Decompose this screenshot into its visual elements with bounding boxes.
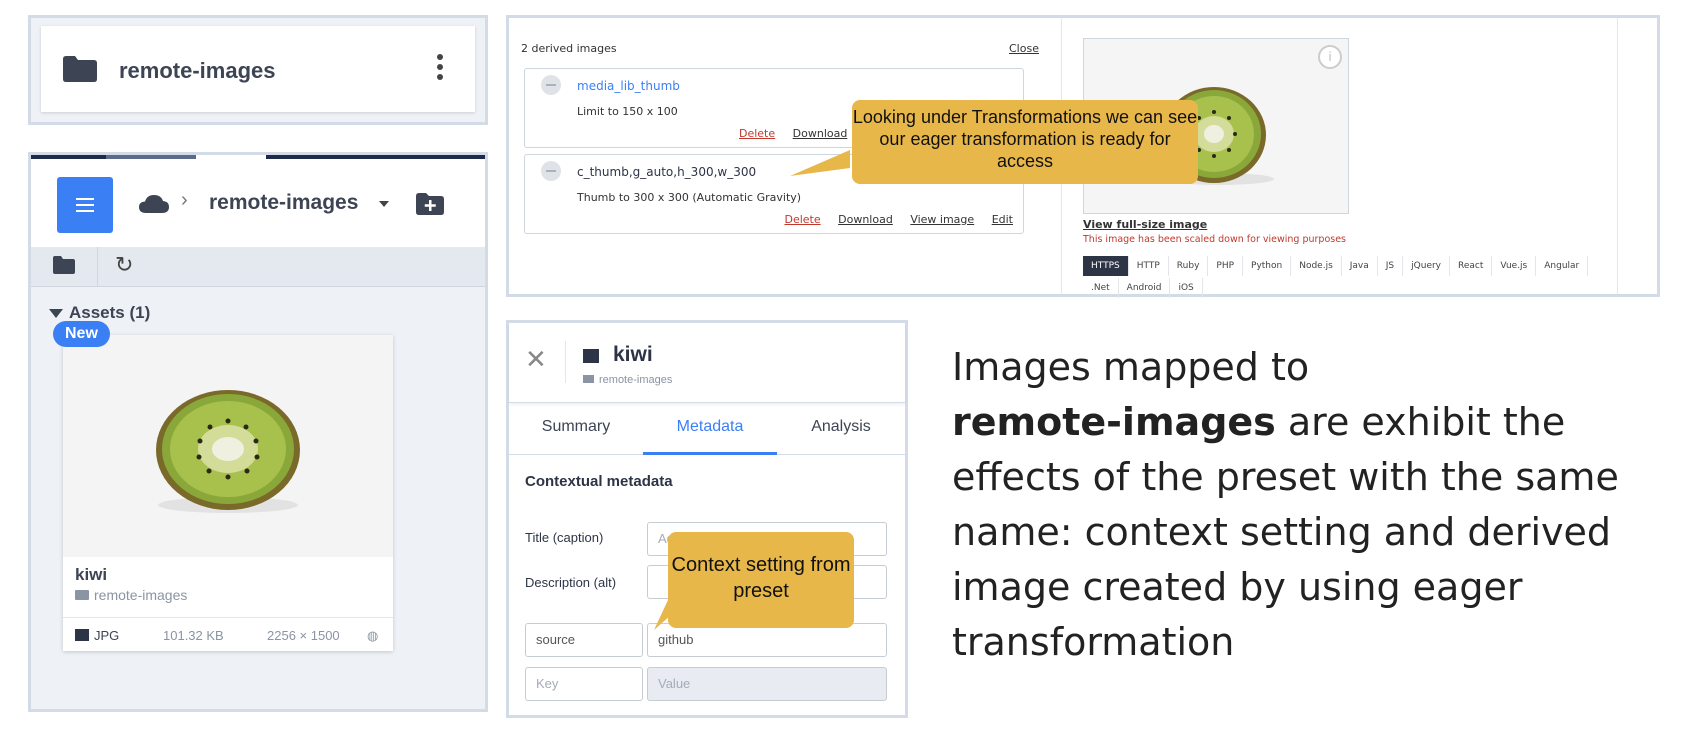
folder-icon (583, 375, 594, 383)
tab-summary[interactable]: Summary (509, 405, 643, 455)
asset-dimensions: 2256 × 1500 (267, 628, 340, 643)
callout-pointer (790, 150, 850, 176)
tab-java[interactable]: Java (1342, 256, 1378, 276)
tab-nodejs[interactable]: Node.js (1291, 256, 1342, 276)
tab-metadata[interactable]: Metadata (643, 405, 777, 455)
context-callout: Context setting from preset (668, 532, 854, 628)
remove-icon[interactable] (541, 75, 561, 95)
globe-icon: ◍ (367, 628, 379, 643)
new-value-field[interactable]: Value (647, 667, 887, 701)
derived-count: 2 derived images (521, 42, 617, 55)
edit-link[interactable]: Edit (992, 213, 1013, 226)
asset-type: JPG (75, 628, 119, 643)
transformation-callout: Looking under Transformations we can see… (852, 100, 1198, 184)
asset-card[interactable]: kiwi remote-images JPG 101.32 KB 2256 × … (63, 335, 393, 651)
tab-analysis[interactable]: Analysis (777, 405, 905, 455)
scaled-note: This image has been scaled down for view… (1083, 234, 1347, 245)
delete-link[interactable]: Delete (739, 127, 775, 140)
tab-https[interactable]: HTTPS (1083, 256, 1129, 276)
download-link[interactable]: Download (793, 127, 848, 140)
cloud-icon[interactable] (139, 195, 169, 213)
image-icon (583, 349, 599, 363)
view-image-link[interactable]: View image (910, 213, 974, 226)
refresh-icon[interactable]: ↻ (115, 253, 133, 279)
asset-type-label: JPG (94, 628, 120, 643)
tab-vuejs[interactable]: Vue.js (1492, 256, 1537, 276)
tab-jquery[interactable]: jQuery (1403, 256, 1451, 276)
code-tabs: HTTPS HTTP Ruby PHP Python Node.js Java JS jQuer… (1083, 256, 1613, 300)
asset-size: 101.32 KB (163, 628, 224, 643)
folder-view-icon[interactable] (53, 256, 75, 274)
delete-link[interactable]: Delete (784, 213, 820, 226)
image-icon (75, 629, 89, 641)
tab-dotnet[interactable]: .Net (1083, 278, 1119, 298)
asset-thumbnail[interactable] (63, 335, 393, 557)
info-icon[interactable]: i (1318, 45, 1342, 69)
assets-heading: Assets (1) (69, 303, 151, 322)
panel-divider (1617, 18, 1618, 294)
media-library-panel: › remote-images ↻ Assets (1) kiwi remote… (28, 152, 488, 712)
metadata-key-field[interactable]: source (525, 623, 643, 657)
folder-card[interactable]: remote-images (41, 26, 475, 112)
tab-react[interactable]: React (1450, 256, 1493, 276)
derived-actions: Delete Download View image Edit (770, 213, 1013, 226)
tab-php[interactable]: PHP (1208, 256, 1244, 276)
toolbar-divider (97, 247, 98, 287)
tab-android[interactable]: Android (1119, 278, 1171, 298)
library-header: › remote-images (31, 159, 485, 247)
tab-angular[interactable]: Angular (1536, 256, 1589, 276)
asset-folder-label: remote-images (599, 374, 673, 386)
explanation-part-1: Images mapped to (952, 345, 1310, 389)
description-label: Description (alt) (525, 575, 617, 590)
asset-folder-label: remote-images (94, 587, 188, 603)
derived-desc: Thumb to 300 x 300 (Automatic Gravity) (577, 191, 802, 204)
library-toolbar: ↻ (31, 247, 485, 287)
tab-python[interactable]: Python (1243, 256, 1292, 276)
close-icon[interactable]: ✕ (525, 345, 547, 375)
explanation-text: Images mapped to remote-images are exhib… (952, 340, 1662, 670)
close-link[interactable]: Close (1009, 42, 1039, 55)
view-full-size-link[interactable]: View full-size image (1083, 218, 1207, 231)
breadcrumb-current-folder[interactable]: remote-images (209, 191, 358, 215)
asset-detail-panel: ✕ kiwi remote-images Summary Metadata An… (506, 320, 908, 718)
chevron-down-icon[interactable] (379, 201, 389, 207)
assets-section-header[interactable]: Assets (1) (49, 303, 150, 323)
menu-button[interactable] (57, 177, 113, 233)
asset-folder: remote-images (583, 374, 672, 386)
header-divider (565, 341, 566, 383)
asset-title: kiwi (613, 343, 653, 366)
tab-ruby[interactable]: Ruby (1169, 256, 1209, 276)
new-badge: New (53, 321, 110, 347)
folder-icon (63, 56, 97, 82)
asset-tabs: Summary Metadata Analysis (509, 405, 905, 455)
tab-http[interactable]: HTTP (1129, 256, 1169, 276)
kiwi-image (63, 335, 393, 557)
asset-folder: remote-images (75, 587, 187, 603)
asset-name: kiwi (75, 565, 108, 584)
asset-meta-row: JPG 101.32 KB 2256 × 1500 ◍ (63, 617, 393, 651)
derived-name[interactable]: media_lib_thumb (577, 79, 680, 93)
new-key-field[interactable]: Key (525, 667, 643, 701)
tab-ios[interactable]: iOS (1170, 278, 1203, 298)
derived-name[interactable]: c_thumb,g_auto,h_300,w_300 (577, 165, 756, 179)
folder-card-panel: remote-images (28, 15, 488, 125)
tab-js[interactable]: JS (1378, 256, 1404, 276)
contextual-metadata-heading: Contextual metadata (525, 473, 673, 490)
breadcrumb-separator: › (181, 189, 188, 211)
remove-icon[interactable] (541, 161, 561, 181)
asset-detail-header: ✕ kiwi remote-images (509, 323, 905, 403)
folder-icon (75, 590, 89, 600)
derived-actions: Delete Download V (725, 127, 872, 140)
more-options-icon[interactable] (437, 54, 443, 84)
explanation-folder-name: remote-images (952, 400, 1276, 444)
new-folder-icon[interactable] (416, 193, 444, 215)
folder-title: remote-images (119, 58, 276, 83)
derived-desc: Limit to 150 x 100 (577, 105, 678, 118)
caret-down-icon (49, 309, 63, 319)
title-label: Title (caption) (525, 530, 604, 545)
download-link[interactable]: Download (838, 213, 893, 226)
